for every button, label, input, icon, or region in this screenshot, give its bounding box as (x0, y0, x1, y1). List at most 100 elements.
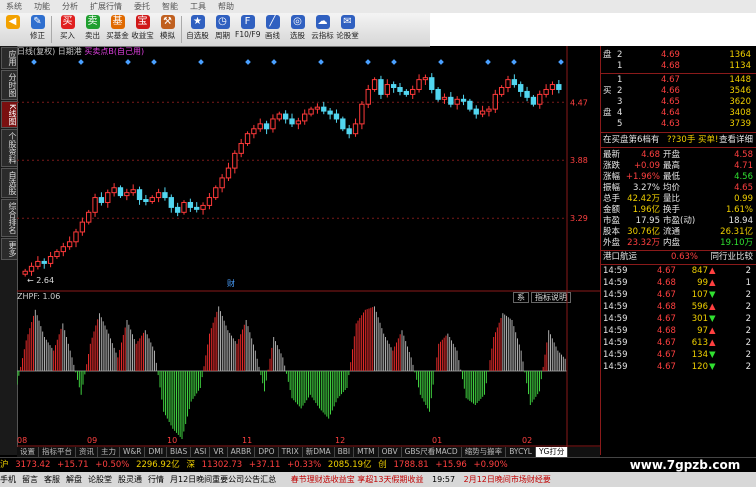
ticker-link-0[interactable]: 手机 (0, 475, 16, 484)
toolbar-button-4[interactable]: 基买基金 (105, 13, 130, 46)
indicator-tab-9[interactable]: ARBR (228, 447, 256, 457)
menu-item-7[interactable]: 帮助 (212, 0, 240, 13)
candle (352, 118, 359, 137)
signal-diamond (78, 59, 84, 65)
indicator-tab-1[interactable]: 指标平台 (39, 447, 76, 457)
side-tab-2[interactable]: K线图 (1, 101, 18, 129)
toolbar-button-0[interactable]: ◀ (0, 13, 25, 46)
toolbar-label: 修正 (30, 31, 45, 40)
signal-diamond (318, 59, 324, 65)
toolbar: ◀ ✎ 修正买买入卖卖出基买基金宝收益宝 ⚒ 模拟 ★ 自选股 ◷ 周期 F F10/F9 ╱ 画线 ◎ 选… (0, 13, 430, 47)
indicator-tab-4[interactable]: W&R (120, 447, 146, 457)
indicator-tab-16[interactable]: GBS尺看MACD (402, 447, 462, 457)
stat-label: 市盈 (603, 216, 621, 226)
orderbook-side-label: 盘 (603, 108, 612, 118)
toolbar-button-6[interactable]: ⚒ 模拟 (155, 13, 180, 46)
toolbar-button-13[interactable]: ✉ 论股堂 (335, 13, 360, 46)
sh-index-value: 3173.42 (15, 460, 51, 470)
menu-item-2[interactable]: 分析 (56, 0, 84, 13)
ticker-link-4[interactable]: 论股堂 (88, 475, 112, 484)
chart-area[interactable]: 日线(复权) 日期港 买卖点B(自己用) 4.47 3.88 3.29 ← 2.64 财… (17, 46, 600, 455)
signal-diamond (558, 59, 564, 65)
ticker-link-2[interactable]: 客服 (44, 475, 60, 484)
side-tab-0[interactable]: 应用 (1, 47, 18, 69)
side-tab-3[interactable]: 个股资料 (1, 129, 18, 168)
ticker-news-1[interactable]: 春节理财选收益宝 享超13天假期收益 (291, 475, 424, 484)
trade-volume: 134 (691, 350, 708, 360)
industry-compare-link[interactable]: 同行业比较 (710, 252, 753, 263)
indicator-tab-12[interactable]: 新DMA (303, 447, 335, 457)
indicator-tab-2[interactable]: 资讯 (76, 447, 98, 457)
candle (244, 131, 251, 146)
menu-item-3[interactable]: 扩展行情 (84, 0, 128, 13)
candle (73, 228, 79, 248)
indicator-tab-11[interactable]: TRIX (279, 447, 303, 457)
toolbar-button-11[interactable]: ◎ 选股 (285, 13, 310, 46)
toolbar-button-3[interactable]: 卖卖出 (80, 13, 105, 46)
candle (340, 116, 346, 132)
ticker-link-6[interactable]: 行情 (148, 475, 164, 484)
indicator-tab-6[interactable]: BIAS (167, 447, 192, 457)
side-tab-1[interactable]: 分时图 (1, 70, 18, 100)
toolbar-button-7[interactable]: ★ 自选股 (185, 13, 210, 46)
ticker-news-2[interactable]: 2月12日晚间市场财经要 (464, 475, 551, 484)
toolbar-button-8[interactable]: ◷ 周期 (210, 13, 235, 46)
ticker-link-3[interactable]: 解盘 (66, 475, 82, 484)
side-tab-6[interactable]: 更多 (1, 238, 18, 261)
toolbar-button-2[interactable]: 买买入 (55, 13, 80, 46)
indicator-tab-8[interactable]: VR (210, 447, 228, 457)
indicator-tab-17[interactable]: 缩势与搬率 (462, 447, 507, 457)
menu-item-5[interactable]: 智能 (156, 0, 184, 13)
indicator-tab-5[interactable]: DMI (145, 447, 167, 457)
side-tab-5[interactable]: 综合排名 (1, 199, 18, 238)
stat-value: 4.65 (734, 183, 753, 193)
indicator-tab-10[interactable]: DPO (255, 447, 279, 457)
toolbar-button-10[interactable]: ╱ 画线 (260, 13, 285, 46)
indicator-tab-13[interactable]: BBI (335, 447, 355, 457)
indicator-tab-15[interactable]: OBV (379, 447, 402, 457)
indicator-tab-3[interactable]: 主力 (98, 447, 120, 457)
menu-item-0[interactable]: 系统 (0, 0, 28, 13)
low-price-label: ← 2.64 (27, 276, 54, 285)
indicator-tab-19[interactable]: YG打分 (535, 447, 569, 457)
toolbar-button-5[interactable]: 宝收益宝 (130, 13, 155, 46)
menu-item-1[interactable]: 功能 (28, 0, 56, 13)
indicator-tab-7[interactable]: ASI (191, 447, 211, 457)
trade-volume: 99 (697, 278, 708, 288)
orderbook-level: 1 (617, 61, 623, 71)
side-tab-4[interactable]: 自选股 (1, 168, 18, 199)
candle (105, 189, 111, 208)
ticker-link-5[interactable]: 股灵通 (118, 475, 142, 484)
candle (149, 195, 155, 204)
candle (460, 94, 467, 106)
toolbar-blank-area (430, 13, 756, 46)
candle (530, 94, 537, 107)
toolbar-button-1[interactable]: ✎ 修正 (25, 13, 50, 46)
candle (86, 209, 92, 225)
candle (117, 185, 124, 198)
indicator-tab-18[interactable]: BYCYL (506, 447, 536, 457)
stat-label: 涨跌 (603, 161, 621, 171)
candle (524, 86, 530, 102)
indicator-tab-14[interactable]: MTM (354, 447, 379, 457)
industry-name: 港口航运 (603, 252, 638, 262)
stat-label: 最低 (663, 172, 681, 182)
toolbar-button-12[interactable]: ☁ 云指标 (310, 13, 335, 46)
indicator-tab-0[interactable]: 设置 (17, 447, 39, 457)
signal-diamond (485, 59, 491, 65)
signal-diamond (511, 59, 517, 65)
industry-change: 0.63% (671, 252, 699, 262)
menu-item-4[interactable]: 委托 (128, 0, 156, 13)
stat-label: 金额 (603, 205, 621, 215)
toolbar-button-9[interactable]: F F10/F9 (235, 13, 260, 46)
ticker-link-1[interactable]: 留言 (22, 475, 38, 484)
menu-item-6[interactable]: 工具 (184, 0, 212, 13)
financial-report-marker[interactable]: 财 (227, 278, 235, 288)
candlestick-chart[interactable]: 4.47 3.88 3.29 ← 2.64 财 (17, 46, 600, 292)
orderbook-level: 3 (617, 97, 623, 107)
detail-bar-link[interactable]: 查看详细 (719, 135, 753, 146)
candle (359, 101, 365, 130)
indicator-chart[interactable] (17, 292, 600, 447)
ticker-link-7[interactable]: 月12日晚间重要公司公告汇总 (170, 475, 276, 484)
candle (136, 186, 143, 205)
